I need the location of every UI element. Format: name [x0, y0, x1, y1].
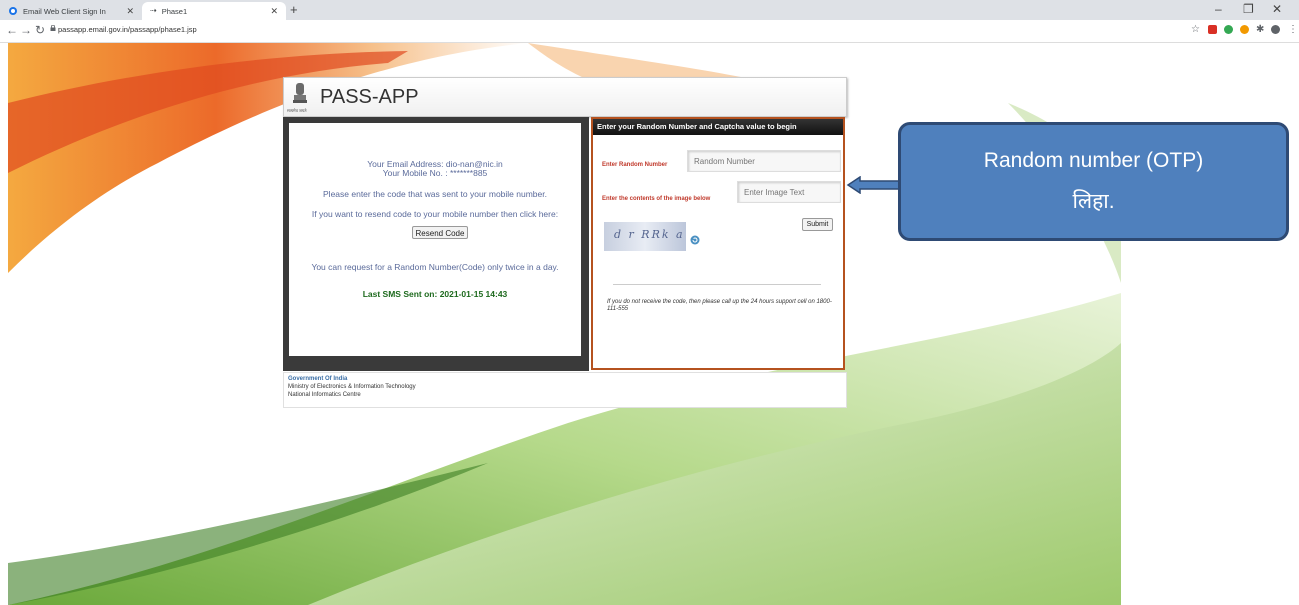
arrow-icon: ⇢ — [150, 6, 157, 15]
image-text-label: Enter the contents of the image below — [602, 196, 711, 202]
national-emblem-icon — [293, 83, 307, 103]
captcha-image: d r RRk a — [604, 222, 686, 251]
menu-dots-icon[interactable]: ⋮ — [1288, 24, 1298, 35]
extension-icon[interactable] — [1224, 25, 1233, 34]
footer-org-government: Government Of India — [288, 376, 348, 382]
refresh-captcha-icon[interactable] — [690, 235, 700, 245]
tab-title: Phase1 — [161, 6, 188, 16]
form-heading: Enter your Random Number and Captcha val… — [593, 119, 843, 135]
back-icon[interactable]: ← — [6, 23, 18, 37]
restore-icon[interactable]: ❐ — [1243, 2, 1254, 16]
close-window-icon[interactable]: ✕ — [1272, 2, 1282, 16]
lock-icon — [50, 25, 56, 31]
profile-avatar-icon[interactable] — [1271, 25, 1280, 34]
address-bar: ← → ↻ passapp.email.gov.in/passapp/phase… — [0, 20, 1299, 43]
extensions-puzzle-icon[interactable]: ✱ — [1256, 24, 1264, 35]
otp-form-panel: Enter your Random Number and Captcha val… — [591, 117, 845, 370]
extension-icon[interactable] — [1208, 25, 1217, 34]
tab-title: Email Web Client Sign In — [23, 6, 106, 16]
callout-pointer-arrow — [846, 176, 901, 194]
captcha-text: d r RRk a — [614, 228, 685, 241]
divider — [613, 284, 821, 285]
page-footer: Government Of India Ministry of Electron… — [283, 372, 847, 408]
url-field[interactable]: passapp.email.gov.in/passapp/phase1.jsp — [58, 25, 197, 34]
info-panel-content: Your Email Address: dio-nan@nic.in Your … — [289, 123, 581, 356]
mobile-number-text: Your Mobile No. : *******885 — [382, 168, 488, 178]
reload-icon[interactable]: ↻ — [35, 23, 45, 37]
footer-org-nic: National Informatics Centre — [288, 392, 361, 398]
resend-prompt-text: If you want to resend code to your mobil… — [311, 209, 559, 219]
enter-code-text: Please enter the code that was sent to y… — [323, 189, 547, 199]
tab-email-web-client[interactable]: Email Web Client Sign In ✕ — [0, 2, 142, 20]
bookmark-star-icon[interactable]: ☆ — [1191, 24, 1200, 35]
info-panel: Your Email Address: dio-nan@nic.in Your … — [283, 117, 589, 371]
tab-phase1[interactable]: ⇢ Phase1 ✕ — [142, 2, 286, 20]
footer-org-ministry: Ministry of Electronics & Information Te… — [288, 384, 416, 390]
extension-icon[interactable] — [1240, 25, 1249, 34]
close-tab-icon[interactable]: ✕ — [270, 6, 278, 17]
close-tab-icon[interactable]: ✕ — [126, 6, 134, 17]
emblem-caption: सत्यमेव जयते — [287, 108, 307, 113]
last-sms-text: Last SMS Sent on: 2021-01-15 14:43 — [362, 289, 508, 299]
new-tab-icon[interactable]: + — [290, 2, 298, 17]
browser-tab-bar: Email Web Client Sign In ✕ ⇢ Phase1 ✕ + … — [0, 0, 1299, 20]
annotation-callout: Random number (OTP) लिहा. — [898, 122, 1289, 241]
callout-line-1: Random number (OTP) — [983, 149, 1204, 172]
support-note: If you do not receive the code, then ple… — [607, 299, 832, 312]
app-title: PASS-APP — [320, 86, 419, 108]
submit-button[interactable]: Submit — [802, 218, 833, 231]
resend-code-button[interactable]: Resend Code — [412, 226, 468, 239]
random-number-input[interactable] — [687, 150, 841, 172]
callout-line-2: लिहा. — [1072, 190, 1115, 213]
app-header: सत्यमेव जयते PASS-APP — [283, 77, 847, 117]
random-number-label: Enter Random Number — [602, 162, 668, 168]
browser-favicon-icon — [9, 7, 17, 15]
forward-icon[interactable]: → — [20, 23, 32, 37]
minimize-icon[interactable]: – — [1215, 2, 1222, 16]
limit-text: You can request for a Random Number(Code… — [311, 262, 559, 272]
image-text-input[interactable] — [737, 181, 841, 203]
